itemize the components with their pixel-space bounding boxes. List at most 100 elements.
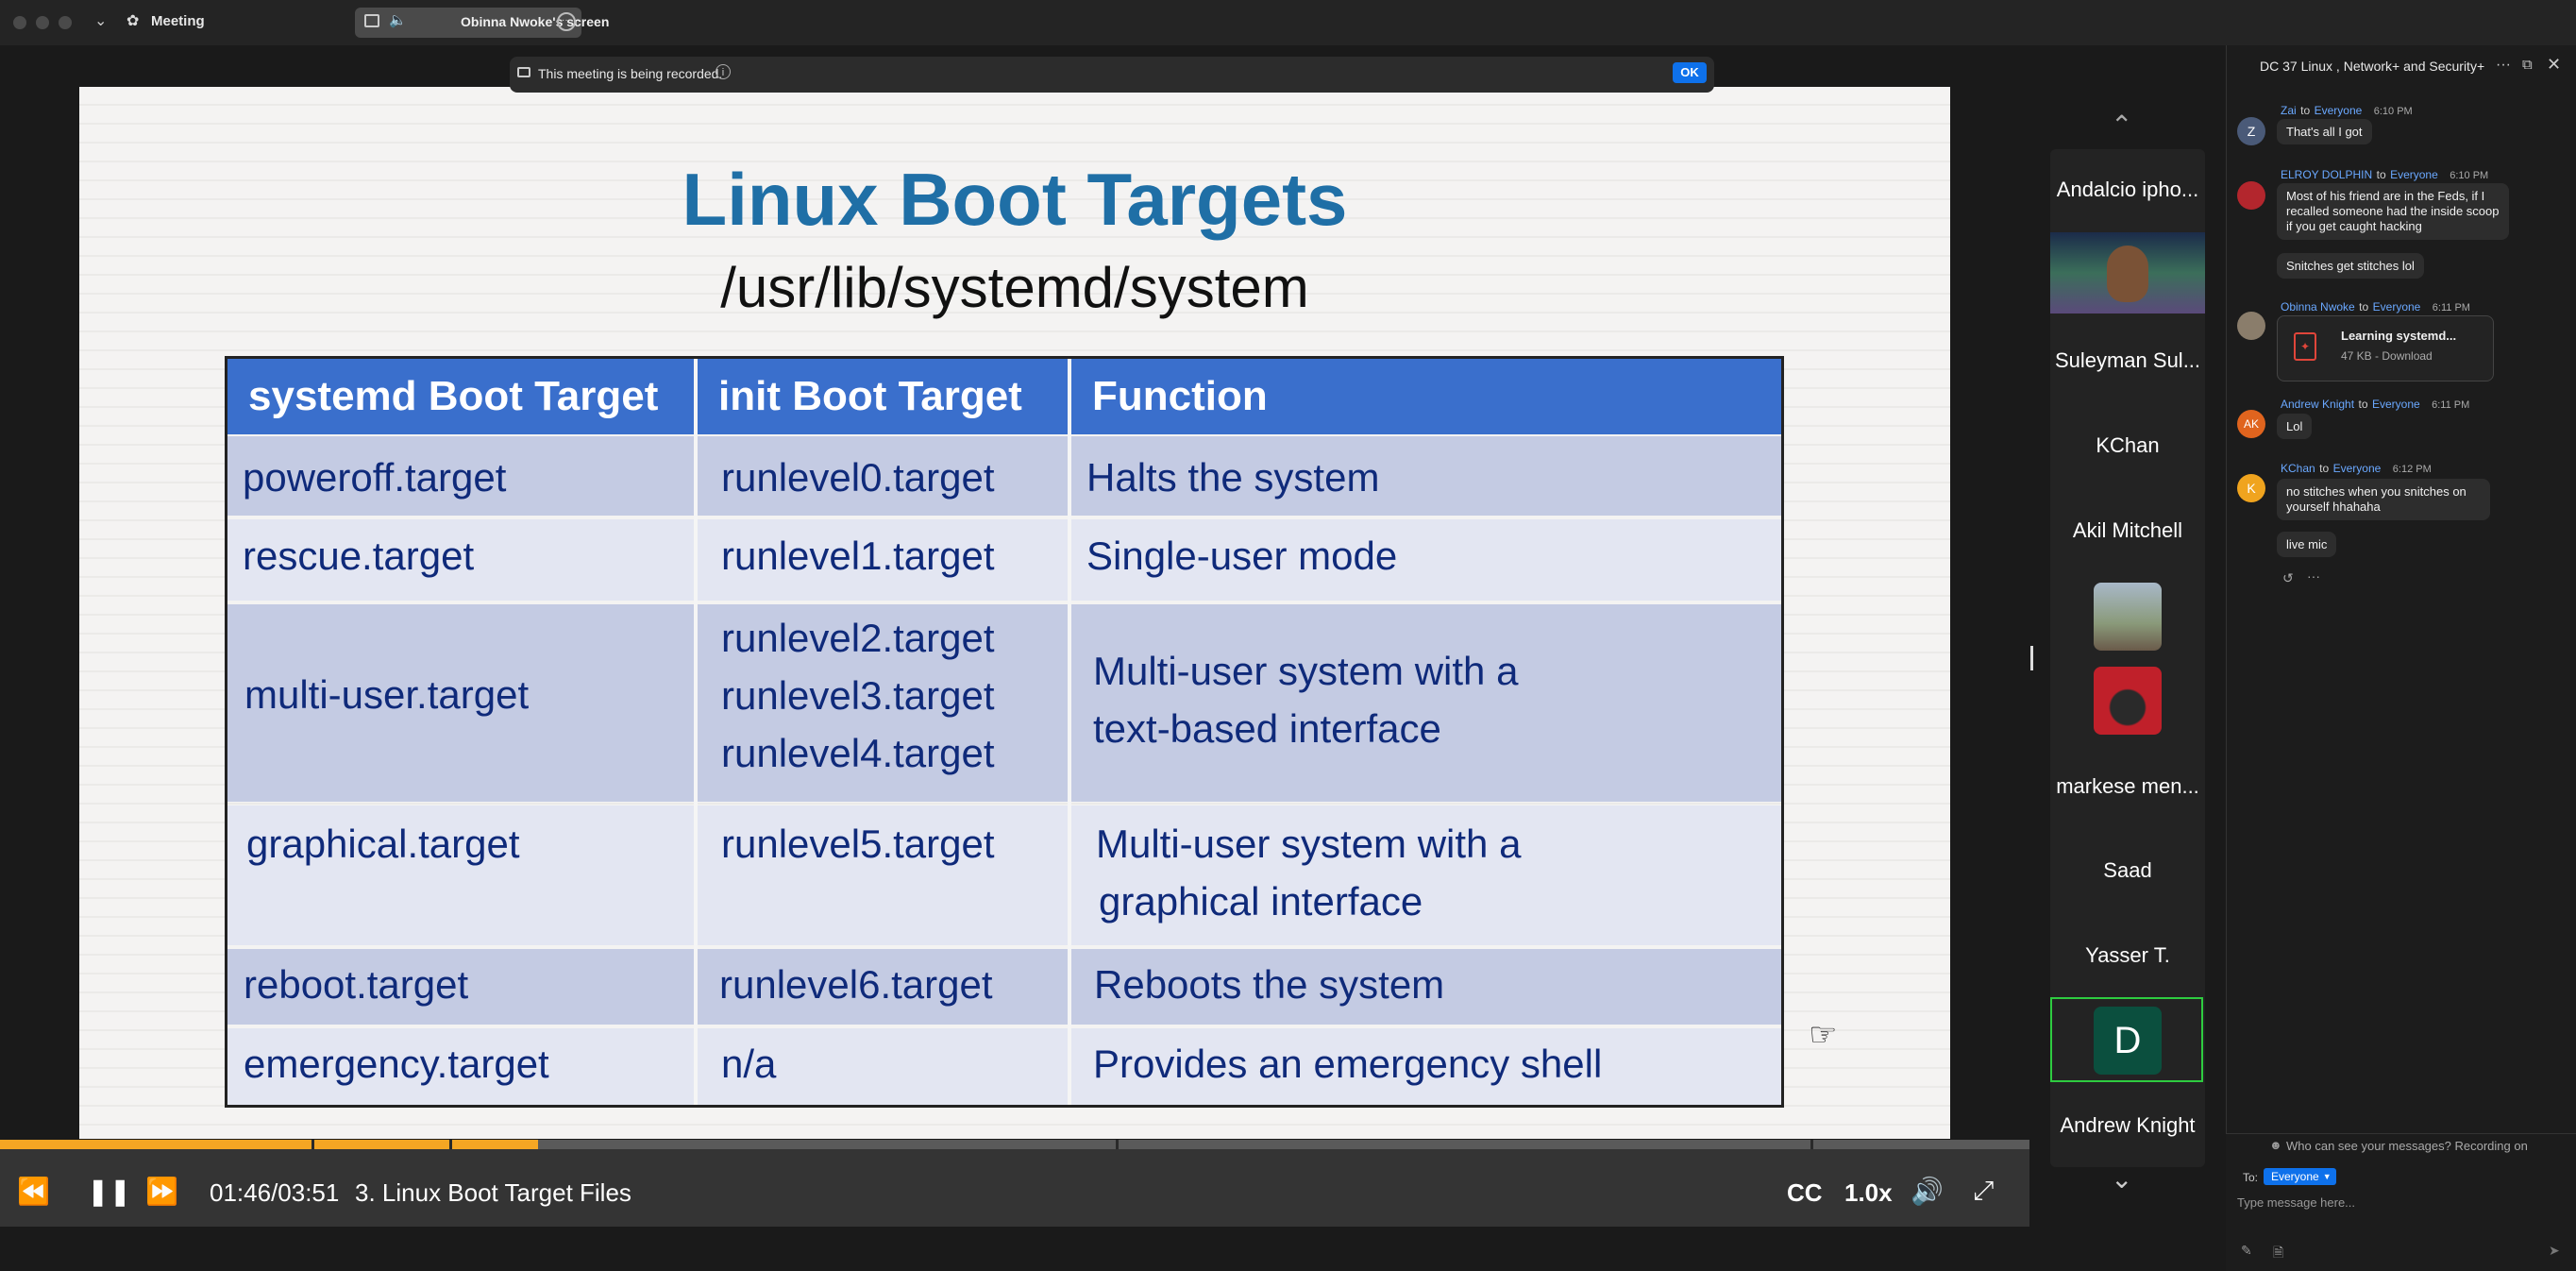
message-input[interactable]: Type message here... <box>2237 1193 2558 1213</box>
recording-ok-button[interactable]: OK <box>1673 62 1707 83</box>
message-recipient: Everyone <box>2372 300 2421 314</box>
participant-photo[interactable] <box>2094 667 2162 735</box>
exit-fullscreen-icon[interactable]: ⤢ <box>1973 1176 1994 1207</box>
pause-icon[interactable]: ❚❚ <box>87 1176 131 1207</box>
rewind-icon[interactable]: ⏪ <box>17 1176 50 1207</box>
chapter-marker <box>449 1140 452 1149</box>
to-label: To: <box>2243 1171 2259 1184</box>
message-bubble: Lol <box>2277 414 2313 439</box>
column-divider <box>1068 359 1071 1105</box>
info-icon[interactable]: i <box>716 64 731 79</box>
message-recipient: Everyone <box>2314 104 2363 117</box>
participant-video[interactable] <box>2050 232 2205 314</box>
close-icon[interactable]: ✕ <box>2547 55 2561 75</box>
zoom-window-button[interactable] <box>59 16 72 29</box>
participant-name[interactable]: Yasser T. <box>2050 943 2205 968</box>
chat-title: DC 37 Linux , Network+ and Security+ <box>2260 59 2485 74</box>
chapter-marker <box>311 1140 314 1149</box>
pop-out-icon[interactable]: ⧉ <box>2522 57 2533 73</box>
chevron-down-icon: ▼ <box>2322 1172 2332 1181</box>
chat-more-icon[interactable]: ··· <box>2496 57 2511 74</box>
systemd-target-cell: poweroff.target <box>243 455 507 500</box>
message-recipient: Everyone <box>2371 398 2420 411</box>
participant-name[interactable]: Akil Mitchell <box>2050 518 2205 543</box>
message-sender[interactable]: Obinna Nwoke <box>2281 300 2355 314</box>
function-cell: Reboots the system <box>1094 962 1445 1007</box>
send-icon[interactable]: ➤ <box>2549 1243 2560 1259</box>
participant-name[interactable]: Suleyman Sul... <box>2050 348 2205 373</box>
message-header: Obinna Nwoke to Everyone 6:11 PM <box>2281 298 2470 315</box>
message-sender[interactable]: KChan <box>2281 462 2315 475</box>
participant-name[interactable]: Andalcio ipho... <box>2050 178 2205 202</box>
column-divider <box>694 359 698 1105</box>
message-header: Zai to Everyone 6:10 PM <box>2281 102 2413 119</box>
hand-cursor-icon: ☞ <box>1809 1017 1838 1053</box>
message-more-icon[interactable]: ··· <box>2307 568 2320 584</box>
avatar <box>2237 312 2265 340</box>
message-time: 6:10 PM <box>2450 170 2489 181</box>
systemd-target-cell: reboot.target <box>244 962 469 1007</box>
file-meta[interactable]: 47 KB - Download <box>2341 349 2433 363</box>
message-sender[interactable]: Zai <box>2281 104 2297 117</box>
playback-time: 01:46/03:51 <box>210 1178 340 1207</box>
systemd-target-cell: rescue.target <box>243 534 475 578</box>
systemd-target-cell: multi-user.target <box>244 672 530 717</box>
message-bubble: Snitches get stitches lol <box>2277 253 2424 279</box>
fast-forward-icon[interactable]: ⏩ <box>145 1176 178 1207</box>
function-cell: graphical interface <box>1099 879 1423 924</box>
to-word: to <box>2376 168 2386 181</box>
message-bubble: Most of his friend are in the Feds, if I… <box>2277 183 2509 240</box>
recipient-select-value: Everyone <box>2271 1170 2319 1183</box>
init-target-cell: runlevel6.target <box>719 962 993 1007</box>
participant-photo[interactable] <box>2094 583 2162 651</box>
participant-name[interactable]: KChan <box>2050 433 2205 458</box>
recipient-select[interactable]: Everyone ▼ <box>2264 1168 2336 1185</box>
function-cell: Single-user mode <box>1086 534 1398 578</box>
init-target-cell: n/a <box>721 1042 777 1086</box>
function-cell: Multi-user system with a <box>1093 649 1519 693</box>
avatar: Z <box>2237 117 2265 145</box>
panel-splitter[interactable] <box>2030 646 2033 670</box>
avatar <box>2237 181 2265 210</box>
scroll-up-icon[interactable]: ⌃ <box>2111 110 2132 141</box>
format-icon[interactable]: ✎ <box>2241 1243 2252 1259</box>
function-cell: Multi-user system with a <box>1096 822 1522 866</box>
participant-name[interactable]: markese men... <box>2050 774 2205 799</box>
avatar: AK <box>2237 410 2265 438</box>
function-cell: Halts the system <box>1086 455 1380 500</box>
message-bubble: live mic <box>2277 532 2337 557</box>
captions-button[interactable]: CC <box>1787 1178 1823 1208</box>
reply-icon[interactable]: ↺ <box>2282 570 2294 586</box>
person-icon: ☻ <box>2269 1138 2282 1152</box>
systemd-target-cell: graphical.target <box>246 822 520 866</box>
participant-name[interactable]: Andrew Knight <box>2050 1113 2205 1138</box>
message-sender[interactable]: ELROY DOLPHIN <box>2281 168 2372 181</box>
to-word: to <box>2359 300 2369 314</box>
message-sender[interactable]: Andrew Knight <box>2281 398 2354 411</box>
recording-text: This meeting is being recorded. <box>538 66 723 81</box>
screen-share-icon <box>364 14 379 27</box>
scroll-down-icon[interactable]: ⌄ <box>2111 1163 2132 1195</box>
chevron-down-icon[interactable]: ⌄ <box>94 11 107 30</box>
init-target-cell: runlevel5.target <box>721 822 995 866</box>
privacy-note[interactable]: Who can see your messages? Recording on <box>2286 1139 2528 1153</box>
message-time: 6:11 PM <box>2432 399 2470 411</box>
function-cell: Provides an emergency shell <box>1093 1042 1603 1086</box>
attach-file-icon[interactable]: 🗎 <box>2273 1243 2283 1265</box>
slide-subtitle: /usr/lib/systemd/system <box>720 256 1309 319</box>
message-time: 6:10 PM <box>2373 106 2413 117</box>
participant-name[interactable]: Saad <box>2050 858 2205 883</box>
avatar <box>2107 246 2148 302</box>
slide-title: Linux Boot Targets <box>682 158 1348 241</box>
playback-speed-button[interactable]: 1.0x <box>1844 1178 1893 1208</box>
message-header: Andrew Knight to Everyone 6:11 PM <box>2281 396 2469 413</box>
message-recipient: Everyone <box>2332 462 2382 475</box>
table-header: init Boot Target <box>698 359 1068 434</box>
close-window-button[interactable] <box>13 16 26 29</box>
volume-icon[interactable]: 🔊 <box>1911 1176 1944 1207</box>
progress-fill <box>0 1140 538 1149</box>
more-options-icon[interactable]: ··· <box>557 12 576 31</box>
minimize-window-button[interactable] <box>36 16 49 29</box>
init-target-cell: runlevel2.target <box>721 616 995 660</box>
message-bubble: That's all I got <box>2277 119 2372 144</box>
